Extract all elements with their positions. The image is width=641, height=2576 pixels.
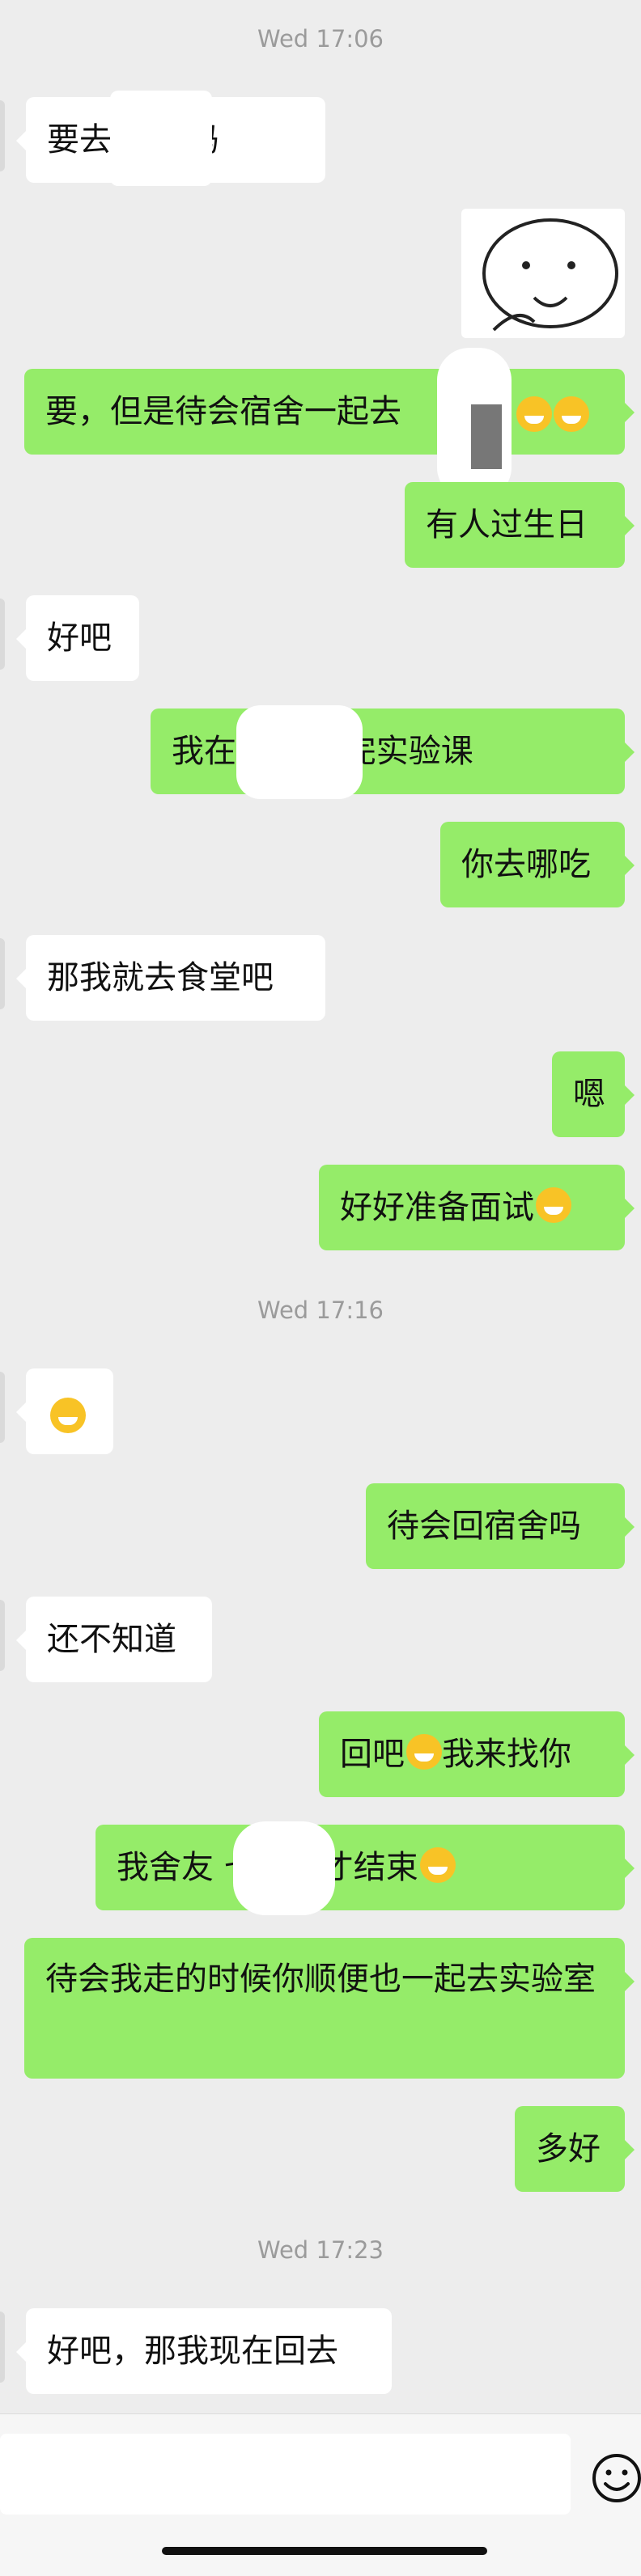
message-text: 有人过生日: [426, 506, 588, 544]
message-bubble-outgoing[interactable]: 好好准备面试: [319, 1165, 635, 1250]
message-bubble-outgoing[interactable]: 回吧 我来找你: [319, 1711, 635, 1797]
message-bubble-incoming[interactable]: 还不知道: [16, 1597, 212, 1682]
laughing-emoji-icon: [516, 396, 552, 432]
message-text: 嗯: [573, 1076, 605, 1113]
timestamp: Wed 17:23: [257, 2236, 384, 2264]
message-bubble-outgoing[interactable]: 我在 ，刚上完实验课: [151, 709, 635, 794]
message-bubble-incoming[interactable]: 好吧，那我现在回去: [16, 2308, 392, 2394]
avatar[interactable]: [0, 599, 5, 670]
message-input[interactable]: [0, 2434, 571, 2515]
message-text: 多好: [536, 2130, 601, 2168]
timestamp: Wed 17:06: [257, 25, 384, 53]
message-bubble-outgoing[interactable]: 你去哪吃: [440, 822, 635, 907]
avatar[interactable]: [0, 1600, 5, 1671]
message-bubble-outgoing[interactable]: 待会回宿舍吗: [366, 1483, 635, 1569]
sticker-cartoon-icon: [482, 218, 618, 332]
message-bubble-outgoing[interactable]: 嗯: [552, 1051, 635, 1137]
laughing-emoji-icon: [554, 396, 589, 432]
message-bubble-outgoing[interactable]: 有人过生日: [405, 482, 635, 568]
avatar[interactable]: [0, 2312, 5, 2383]
redaction-mark: [233, 1821, 335, 1915]
message-text: 回吧: [340, 1736, 405, 1773]
message-text: 我来找你: [442, 1736, 571, 1773]
timestamp: Wed 17:16: [257, 1296, 384, 1324]
message-text: 还不知道: [47, 1621, 176, 1658]
flushed-emoji-icon: [419, 1847, 456, 1883]
message-bubble-incoming[interactable]: [16, 1368, 113, 1454]
message-bubble-outgoing[interactable]: 我舍友 七点半才结束: [96, 1825, 635, 1910]
avatar[interactable]: [0, 100, 5, 171]
message-text: 好好准备面试: [340, 1189, 534, 1226]
message-text: 你去哪吃: [461, 846, 591, 883]
avatar[interactable]: [0, 1372, 5, 1443]
crying-laughing-emoji-icon: [50, 1398, 86, 1433]
redaction-mark: [437, 348, 512, 500]
message-text: 要，但是待会宿舍一起去: [45, 393, 401, 430]
message-bubble-incoming[interactable]: 那我就去食堂吧: [16, 935, 325, 1021]
grinning-emoji-icon: [536, 1187, 571, 1223]
message-bubble-outgoing[interactable]: 待会我走的时候你顺便也一起去实验室: [24, 1938, 635, 2079]
message-text: 待会回宿舍吗: [387, 1508, 581, 1545]
emoji-icon[interactable]: [589, 2450, 641, 2506]
avatar[interactable]: [0, 938, 5, 1009]
message-bubble-outgoing[interactable]: 要，但是待会宿舍一起去: [24, 369, 635, 455]
heart-eyes-emoji-icon: [406, 1734, 442, 1770]
sticker-image[interactable]: [461, 209, 625, 338]
redaction-mark: [110, 91, 212, 186]
message-text: 待会我走的时候你顺便也一起去实验室: [45, 1961, 596, 1998]
home-indicator: [162, 2547, 487, 2555]
message-text: 好吧，那我现在回去: [47, 2333, 338, 2370]
message-bubble-outgoing[interactable]: 多好: [515, 2106, 635, 2192]
input-bar: [0, 2413, 641, 2576]
message-text: 那我就去食堂吧: [47, 959, 274, 996]
redaction-mark: [236, 705, 363, 799]
message-bubble-incoming[interactable]: 好吧: [16, 595, 139, 681]
message-text: 好吧: [47, 620, 112, 657]
